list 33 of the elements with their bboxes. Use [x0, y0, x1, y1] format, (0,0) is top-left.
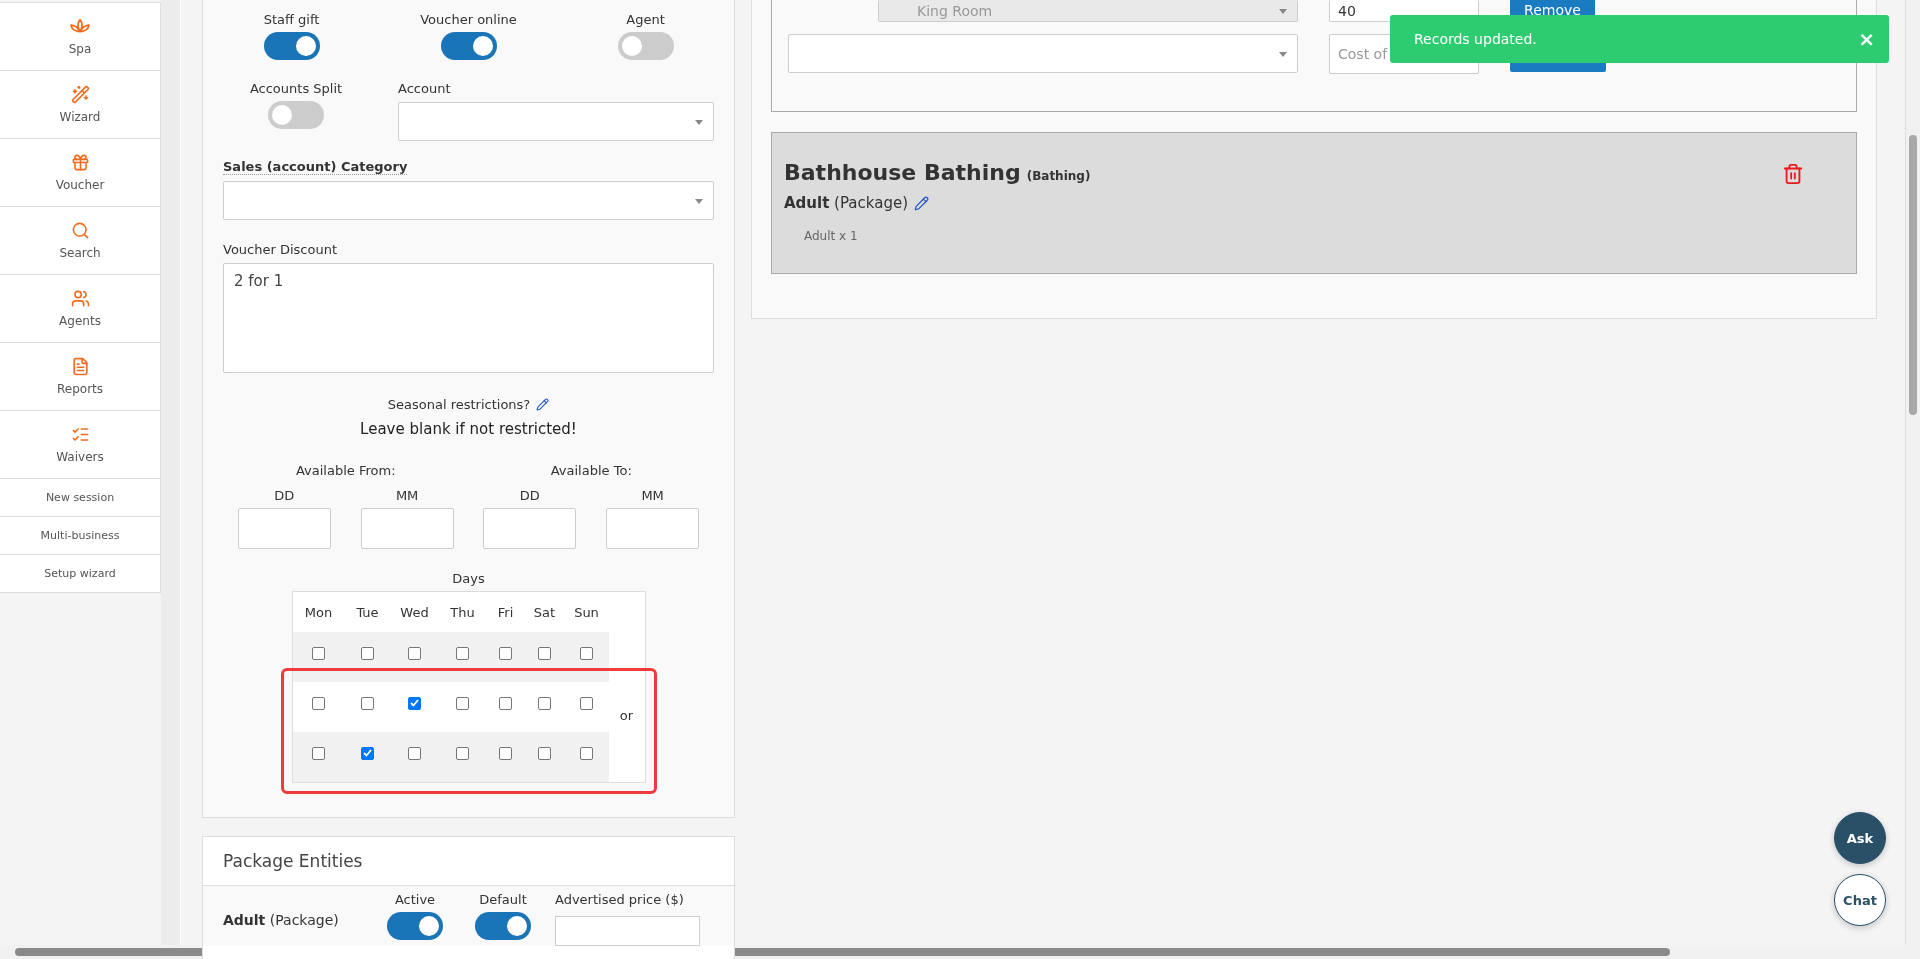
day-header: Mon: [304, 604, 333, 620]
day-header: Sun: [574, 604, 599, 620]
date-range-label: Available To:: [550, 463, 632, 478]
field-label: Sales (account) Category: [223, 159, 408, 175]
card-title: Bathhouse Bathing: [784, 160, 1021, 185]
day-header: Tue: [356, 604, 379, 620]
toast-message: Records updated.: [1414, 31, 1537, 47]
days-label: Days: [452, 571, 485, 586]
restriction-note: Leave blank if not restricted!: [360, 420, 577, 438]
field-label: Voucher Discount: [223, 242, 338, 257]
day-header: Wed: [400, 604, 429, 620]
date-part-label: MM: [395, 488, 419, 503]
toggle-label: Accounts Split: [249, 81, 343, 96]
or-label: or: [619, 706, 634, 723]
day-header: Fri: [497, 604, 514, 620]
date-part-label: MM: [641, 488, 664, 503]
entity-quantity: Adult x 1: [803, 229, 859, 243]
date-part-label: DD: [519, 488, 540, 503]
toggle-label: Default: [479, 892, 527, 907]
toggle-label: Active: [394, 892, 436, 907]
day-header: Sat: [533, 604, 556, 620]
seasonal-label: Seasonal restrictions?: [387, 397, 531, 412]
day-header: Thu: [450, 604, 475, 620]
card-category: (Bathing): [1026, 169, 1091, 183]
toggle-label: Staff gift: [263, 12, 320, 27]
date-range-label: Available From:: [295, 463, 396, 478]
entity-name: Adult (Package): [223, 911, 340, 928]
toggle-label: Agent: [626, 12, 665, 27]
toggle-label: Voucher online: [420, 12, 517, 27]
date-part-label: DD: [274, 488, 295, 503]
entity-name: Adult (Package): [784, 194, 908, 212]
field-label: Advertised price ($): [555, 892, 685, 907]
field-label: Account: [398, 81, 452, 96]
